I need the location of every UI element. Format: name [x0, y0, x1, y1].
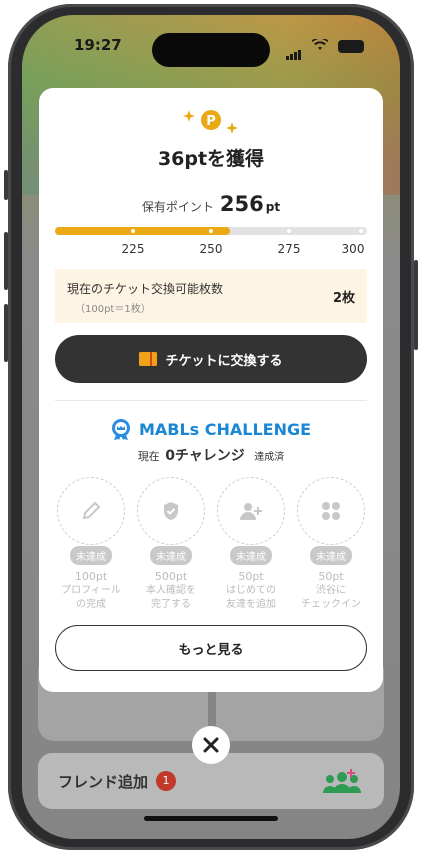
challenge-title: MABLs CHALLENGE	[39, 418, 383, 440]
challenge-item-profile[interactable]: 未達成 100pt プロフィール の完成	[56, 477, 126, 611]
dynamic-island	[152, 33, 270, 67]
progress-tick-label: 250	[199, 242, 223, 256]
challenge-progress: 現在 0チャレンジ 達成済	[39, 445, 383, 465]
challenge-item-verify[interactable]: 未達成 500pt 本人確認を 完了する	[136, 477, 206, 611]
signal-icon	[286, 41, 302, 60]
power-button	[414, 260, 418, 350]
add-user-icon	[240, 503, 262, 520]
exchange-ticket-label: チケットに交換する	[165, 353, 283, 369]
ticket-count-label: 現在のチケット交換可能枚数	[67, 282, 224, 296]
points-progress-fill	[55, 227, 230, 235]
friend-add-label: フレンド追加	[58, 773, 149, 791]
challenge-current-suffix: 達成済	[254, 452, 285, 463]
badge-circle	[137, 477, 205, 545]
badge-desc-line1: はじめての	[226, 585, 276, 596]
points-value: 256	[219, 192, 264, 216]
badge-circle	[57, 477, 125, 545]
svg-text:P: P	[206, 114, 216, 129]
challenge-medal-icon	[111, 419, 130, 440]
badge-circle	[297, 477, 365, 545]
progress-tick	[287, 229, 291, 233]
badge-state: 未達成	[70, 546, 112, 565]
status-time: 19:27	[74, 36, 122, 54]
ticket-count-box: 現在のチケット交換可能枚数 （100pt＝1枚） 2枚	[55, 269, 367, 323]
shield-check-icon	[164, 502, 178, 520]
points-label: 保有ポイント	[141, 200, 214, 214]
progress-tick	[359, 229, 363, 233]
exchange-ticket-button[interactable]: チケットに交換する	[55, 335, 367, 383]
challenge-item-friend[interactable]: 未達成 50pt はじめての 友達を追加	[216, 477, 286, 611]
points-progress-bar	[55, 227, 367, 235]
badge-desc-line2: チェックイン	[301, 599, 361, 610]
points-balance: 保有ポイント 256 pt	[39, 192, 383, 216]
ticket-rate-note: （100pt＝1枚）	[75, 304, 151, 315]
points-unit: pt	[265, 200, 281, 214]
badge-points: 50pt	[318, 570, 344, 583]
friend-add-badge: 1	[156, 771, 176, 791]
points-modal: P 36ptを獲得 保有ポイント 256 pt 225 250 275 300 現在のチケ…	[39, 88, 383, 692]
badge-desc-line2: 友達を追加	[226, 599, 276, 610]
status-bar: 19:27	[22, 33, 400, 67]
friends-icon	[323, 769, 361, 793]
badge-desc-line1: 本人確認を	[146, 585, 196, 596]
badge-desc-line1: 渋谷に	[316, 585, 346, 596]
badge-points: 50pt	[238, 570, 264, 583]
home-indicator	[144, 816, 278, 821]
dots-icon	[322, 502, 340, 520]
close-button[interactable]	[192, 726, 230, 764]
badge-state: 未達成	[230, 546, 272, 565]
more-button[interactable]: もっと見る	[55, 625, 367, 671]
challenge-title-text: MABLs CHALLENGE	[138, 419, 312, 439]
badge-desc-line2: 完了する	[151, 599, 191, 610]
wifi-icon	[311, 37, 329, 55]
badge-desc-line1: プロフィール	[61, 585, 121, 596]
ticket-icon	[139, 352, 158, 366]
badge-desc-line2: の完成	[76, 599, 106, 610]
challenge-current-prefix: 現在	[137, 450, 160, 463]
close-icon	[203, 737, 219, 753]
progress-tick-label: 225	[121, 242, 145, 256]
badge-points: 500pt	[154, 570, 188, 583]
badge-state: 未達成	[310, 546, 352, 565]
challenge-current-value: 0チャレンジ	[165, 448, 245, 464]
ticket-count: 2枚	[332, 291, 355, 306]
progress-tick	[131, 229, 135, 233]
badge-points: 100pt	[74, 570, 108, 583]
badge-circle	[217, 477, 285, 545]
pencil-icon	[82, 501, 101, 520]
progress-tick	[209, 229, 213, 233]
section-divider	[55, 400, 367, 401]
points-coin-icon: P	[183, 110, 238, 134]
badge-state: 未達成	[150, 546, 192, 565]
phone-mockup: 19:27 フレンド追加 1 P 36ptを獲得 保有ポイント 256 pt 2…	[0, 0, 422, 854]
progress-tick-label: 300	[341, 242, 365, 256]
modal-title: 36ptを獲得	[157, 148, 265, 170]
progress-tick-label: 275	[277, 242, 301, 256]
challenge-item-checkin[interactable]: 未達成 50pt 渋谷に チェックイン	[296, 477, 366, 611]
battery-icon	[338, 40, 364, 53]
